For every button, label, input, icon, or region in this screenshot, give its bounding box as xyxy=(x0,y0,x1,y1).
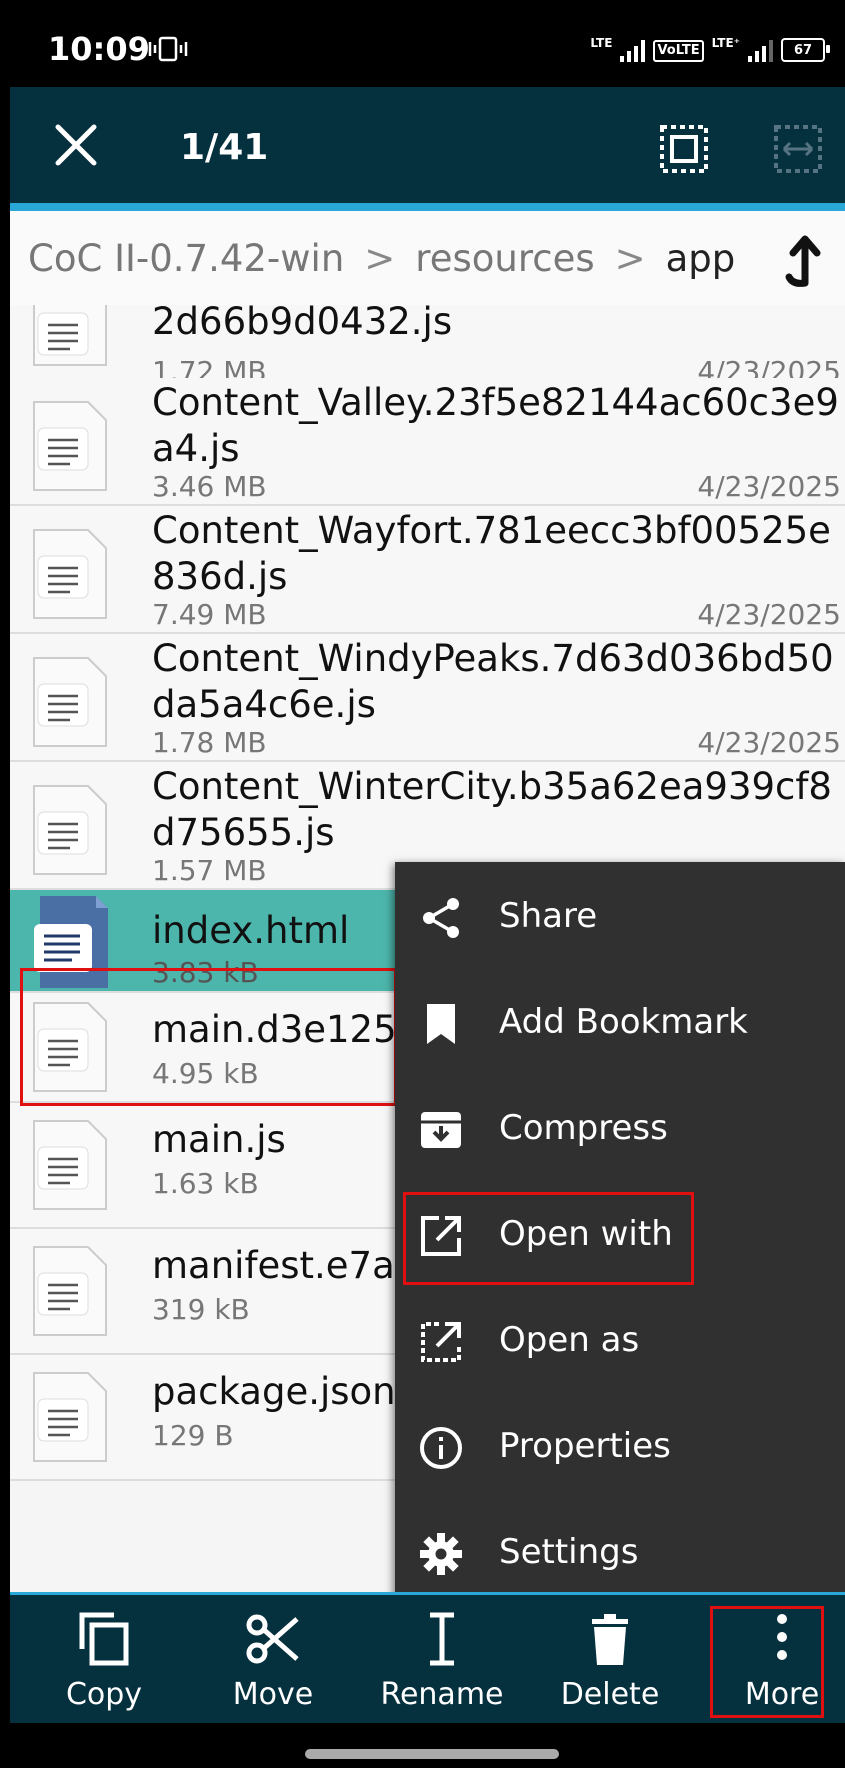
file-size: 1.57 MB xyxy=(152,854,267,887)
menu-item-add-bookmark[interactable]: Add Bookmark xyxy=(395,968,845,1074)
status-time: 10:09 xyxy=(48,30,150,68)
menu-item-label: Share xyxy=(499,896,598,936)
file-row[interactable]: Content_WindyPeaks.7d63d036bd50da5a4c6e.… xyxy=(10,634,845,762)
file-row[interactable]: Content_Valley.23f5e82144ac60c3e9a4.js 3… xyxy=(10,378,845,506)
select-all-icon[interactable] xyxy=(658,123,710,175)
breadcrumb-current[interactable]: app xyxy=(666,237,736,280)
menu-item-properties[interactable]: Properties xyxy=(395,1392,845,1498)
copy-icon xyxy=(79,1612,129,1666)
menu-item-compress[interactable]: Compress xyxy=(395,1074,845,1180)
file-size: 319 kB xyxy=(152,1293,250,1326)
selection-toolbar: 1/41 xyxy=(10,87,845,203)
more-button-highlight xyxy=(710,1606,824,1718)
toolbar-accent-line xyxy=(10,203,845,211)
share-icon xyxy=(423,898,459,938)
file-date: 4/23/2025 xyxy=(697,598,841,631)
copy-button[interactable]: Copy xyxy=(24,1595,184,1723)
file-row[interactable]: 2d66b9d0432.js 1.72 MB 4/23/2025 xyxy=(10,305,845,388)
lte-label: LTE xyxy=(590,36,613,50)
file-size: 1.63 kB xyxy=(152,1167,259,1200)
document-file-icon xyxy=(33,1372,107,1462)
system-nav-bar xyxy=(10,1723,845,1768)
menu-item-label: Settings xyxy=(499,1532,639,1572)
breadcrumb-separator: > xyxy=(364,236,396,280)
bookmark-icon xyxy=(427,1004,455,1044)
archive-icon xyxy=(421,1112,461,1148)
lte-plus-label: LTE⁺ xyxy=(711,36,740,50)
file-size: 129 B xyxy=(152,1419,234,1452)
selected-file-highlight xyxy=(20,968,397,1106)
breadcrumb: CoC II-0.7.42-win > resources > app xyxy=(10,211,845,307)
file-size: 7.49 MB xyxy=(152,598,267,631)
document-file-icon xyxy=(33,1246,107,1336)
document-file-icon xyxy=(33,657,107,747)
file-size: 3.46 MB xyxy=(152,470,267,503)
menu-item-label: Properties xyxy=(499,1426,671,1466)
document-file-icon xyxy=(33,1120,107,1210)
move-label: Move xyxy=(232,1677,314,1712)
file-name: Content_Wayfort.781eecc3bf00525e836d.js xyxy=(152,509,831,598)
battery-icon: 67 xyxy=(781,38,830,62)
rename-label: Rename xyxy=(380,1677,504,1712)
rename-button[interactable]: Rename xyxy=(362,1595,522,1723)
breadcrumb-separator: > xyxy=(614,236,646,280)
selection-count: 1/41 xyxy=(180,127,269,168)
info-icon xyxy=(420,1427,462,1469)
menu-item-label: Open as xyxy=(499,1320,640,1360)
file-date: 4/23/2025 xyxy=(697,726,841,759)
file-name: Content_WinterCity.b35a62ea939cf8d75655.… xyxy=(152,765,832,854)
signal-icon-2 xyxy=(748,38,773,62)
signal-icon xyxy=(620,38,646,62)
breadcrumb-item[interactable]: CoC II-0.7.42-win xyxy=(28,237,344,280)
select-inverse-icon[interactable] xyxy=(772,123,824,175)
menu-item-label: Add Bookmark xyxy=(499,1002,748,1042)
close-icon[interactable] xyxy=(48,117,104,173)
vibrate-icon xyxy=(148,36,188,62)
volte-badge: VoLTE xyxy=(653,40,704,62)
file-name: Content_WindyPeaks.7d63d036bd50da5a4c6e.… xyxy=(152,637,834,726)
file-row[interactable]: Content_Wayfort.781eecc3bf00525e836d.js … xyxy=(10,506,845,634)
file-name: 2d66b9d0432.js xyxy=(152,305,453,343)
copy-label: Copy xyxy=(65,1677,143,1712)
file-date: 4/23/2025 xyxy=(697,470,841,503)
document-file-icon xyxy=(33,305,107,366)
gear-icon xyxy=(420,1533,462,1575)
trash-icon xyxy=(592,1614,628,1665)
file-size: 1.78 MB xyxy=(152,726,267,759)
navigate-up-icon[interactable] xyxy=(775,231,827,289)
home-gesture-pill[interactable] xyxy=(305,1749,559,1759)
document-file-icon xyxy=(33,785,107,875)
open-as-icon xyxy=(421,1322,461,1362)
text-cursor-icon xyxy=(430,1612,454,1666)
move-button[interactable]: Move xyxy=(193,1595,353,1723)
delete-button[interactable]: Delete xyxy=(530,1595,690,1723)
menu-item-share[interactable]: Share xyxy=(395,862,845,968)
menu-item-open-as[interactable]: Open as xyxy=(395,1286,845,1392)
breadcrumb-item[interactable]: resources xyxy=(415,237,594,280)
menu-item-settings[interactable]: Settings xyxy=(395,1498,845,1604)
document-file-icon xyxy=(33,401,107,491)
menu-item-label: Compress xyxy=(499,1108,668,1148)
document-file-icon xyxy=(33,529,107,619)
cut-icon xyxy=(246,1614,299,1664)
open-with-highlight xyxy=(403,1192,694,1285)
battery-level: 67 xyxy=(793,42,813,58)
status-bar: 10:09 LTE VoLTE LTE⁺ 67 xyxy=(10,0,845,87)
delete-label: Delete xyxy=(560,1677,660,1712)
file-name: Content_Valley.23f5e82144ac60c3e9a4.js xyxy=(152,381,839,470)
